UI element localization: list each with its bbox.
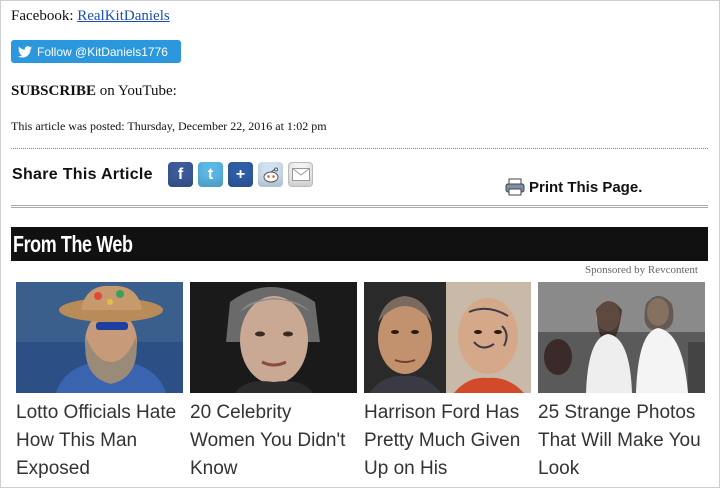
email-icon[interactable]: [288, 162, 313, 187]
promo-image-man-with-hat[interactable]: [16, 282, 183, 393]
share-icons: f t +: [168, 162, 313, 187]
facebook-link[interactable]: RealKitDaniels: [77, 8, 169, 24]
promo-card[interactable]: Harrison Ford Has Pretty Much Given Up o…: [364, 282, 531, 483]
promo-image-party-photo[interactable]: [538, 282, 705, 393]
promo-title[interactable]: Harrison Ford Has Pretty Much Given Up o…: [364, 399, 531, 483]
printer-icon: [505, 178, 525, 196]
divider: [11, 148, 708, 149]
from-the-web-title: From The Web: [13, 230, 133, 257]
promo-image-two-faces[interactable]: [364, 282, 531, 393]
sponsored-label[interactable]: Sponsored by Revcontent: [585, 264, 698, 276]
delicious-icon[interactable]: +: [228, 162, 253, 187]
promo-card[interactable]: Lotto Officials Hate How This Man Expose…: [16, 282, 183, 483]
facebook-line: Facebook: RealKitDaniels: [11, 8, 170, 25]
facebook-label: Facebook:: [11, 8, 74, 24]
promo-image-woman-portrait[interactable]: [190, 282, 357, 393]
subscribe-line: SUBSCRIBE on YouTube:: [11, 83, 177, 100]
facebook-icon[interactable]: f: [168, 162, 193, 187]
share-label: Share This Article: [12, 166, 153, 183]
divider: [11, 205, 708, 208]
promo-card[interactable]: 25 Strange Photos That Will Make You Loo…: [538, 282, 705, 483]
promo-title[interactable]: Lotto Officials Hate How This Man Expose…: [16, 399, 183, 483]
twitter-bird-icon: [18, 45, 32, 58]
print-button[interactable]: Print This Page.: [505, 178, 642, 196]
promo-title[interactable]: 25 Strange Photos That Will Make You Loo…: [538, 399, 705, 483]
subscribe-rest: on YouTube:: [99, 83, 177, 99]
promo-title[interactable]: 20 Celebrity Women You Didn't Know: [190, 399, 357, 483]
from-the-web-header: From The Web: [11, 227, 708, 261]
subscribe-bold: SUBSCRIBE: [11, 83, 97, 99]
twitter-follow-label: Follow @KitDaniels1776: [37, 44, 168, 59]
twitter-follow-button[interactable]: Follow @KitDaniels1776: [11, 40, 181, 63]
twitter-icon[interactable]: t: [198, 162, 223, 187]
print-label: Print This Page.: [529, 178, 643, 196]
promo-card[interactable]: 20 Celebrity Women You Didn't Know: [190, 282, 357, 483]
reddit-icon[interactable]: [258, 162, 283, 187]
posted-date: This article was posted: Thursday, Decem…: [11, 119, 327, 133]
